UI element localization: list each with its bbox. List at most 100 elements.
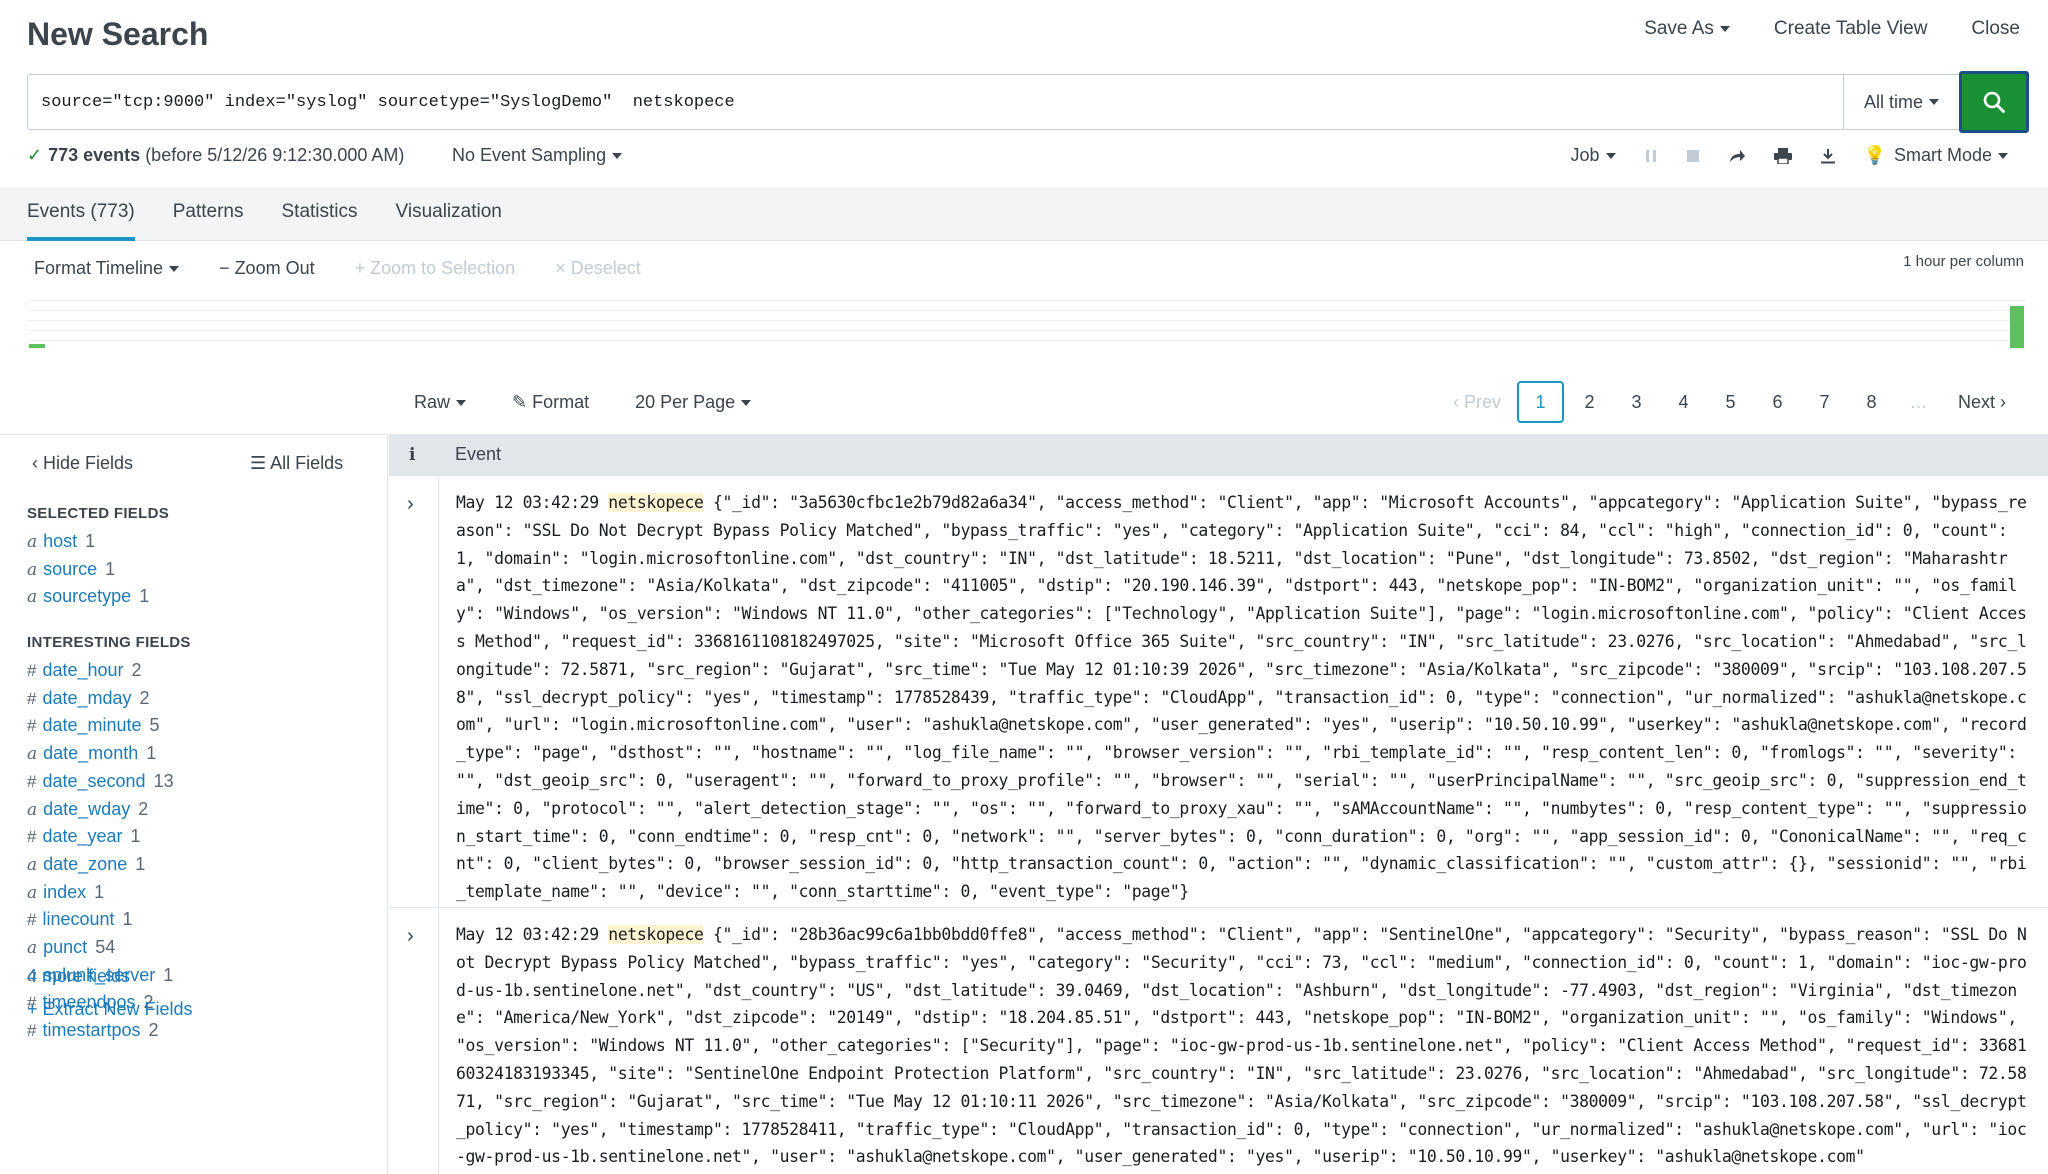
raw-view-dropdown[interactable]: Raw xyxy=(414,392,467,413)
search-mode-label: Smart Mode xyxy=(1893,145,1992,165)
chevron-left-icon: ‹ xyxy=(32,453,43,473)
tab-patterns[interactable]: Patterns xyxy=(173,201,244,241)
next-page-button[interactable]: Next › xyxy=(1958,392,2006,413)
field-item[interactable]: # date_second 13 xyxy=(27,771,174,792)
download-icon[interactable] xyxy=(1820,148,1836,164)
string-type-icon: a xyxy=(27,854,38,875)
field-count: 1 xyxy=(130,826,141,847)
expand-chevron-icon[interactable]: › xyxy=(407,493,414,516)
column-divider xyxy=(438,434,439,1174)
page-button[interactable]: 7 xyxy=(1801,381,1848,423)
field-item[interactable]: a index 1 xyxy=(27,882,104,903)
field-name: date_mday xyxy=(42,687,132,708)
job-menu[interactable]: Job xyxy=(1571,145,1616,166)
chevron-right-icon: › xyxy=(1995,391,2006,412)
format-timeline-button[interactable]: Format Timeline xyxy=(34,258,180,279)
more-fields-link[interactable]: 4 more fields xyxy=(27,966,130,987)
caret-down-icon xyxy=(169,266,180,273)
timeline-controls: Format Timeline − Zoom Out + Zoom to Sel… xyxy=(34,258,641,279)
pause-icon[interactable] xyxy=(1644,149,1658,163)
all-fields-label: All Fields xyxy=(270,453,344,473)
save-as-button[interactable]: Save As xyxy=(1644,18,1730,40)
format-label: Format xyxy=(532,392,590,412)
page-button[interactable]: 2 xyxy=(1566,381,1613,423)
events-table-header: i Event xyxy=(389,434,2048,476)
prev-page-button[interactable]: ‹ Prev xyxy=(1453,392,1501,413)
field-item[interactable]: a date_wday 2 xyxy=(27,799,148,820)
interesting-fields-title: INTERESTING FIELDS xyxy=(27,634,191,651)
field-item[interactable]: a date_month 1 xyxy=(27,743,156,764)
all-fields-button[interactable]: ☰ All Fields xyxy=(250,453,343,474)
field-name: date_wday xyxy=(43,798,131,819)
time-range-picker[interactable]: All time xyxy=(1843,75,1959,129)
raw-label: Raw xyxy=(414,392,451,412)
search-input[interactable] xyxy=(28,75,1843,129)
field-name: source xyxy=(43,558,98,579)
caret-down-icon xyxy=(741,400,752,407)
page-button[interactable]: 5 xyxy=(1707,381,1754,423)
hide-fields-button[interactable]: ‹ Hide Fields xyxy=(32,453,133,474)
field-item[interactable]: # timestartpos 2 xyxy=(27,1020,159,1041)
timeline-chart[interactable] xyxy=(27,300,2026,350)
plus-icon: + xyxy=(354,258,371,278)
pagination: ‹ Prev 1 2 3 4 5 6 7 8 … Next › xyxy=(1453,381,2006,423)
search-term-highlight[interactable]: netskopece xyxy=(608,493,704,512)
page-button[interactable]: 6 xyxy=(1754,381,1801,423)
header-actions: Save As Create Table View Close xyxy=(1644,18,2020,40)
per-page-label: 20 Per Page xyxy=(635,392,736,412)
field-item[interactable]: a host 1 xyxy=(27,531,95,552)
timeline-scale: 1 hour per column xyxy=(1903,253,2024,270)
zoom-selection-label: Zoom to Selection xyxy=(370,258,516,278)
event-column-header: Event xyxy=(455,444,502,464)
results-tabs: Events (773) Patterns Statistics Visuali… xyxy=(0,187,2048,241)
caret-down-icon xyxy=(1719,25,1730,32)
page-button[interactable]: 1 xyxy=(1516,381,1564,423)
page-button[interactable]: 8 xyxy=(1848,381,1895,423)
search-term-highlight[interactable]: netskopece xyxy=(608,925,704,944)
tab-events[interactable]: Events (773) xyxy=(27,201,135,241)
field-name: date_zone xyxy=(43,853,128,874)
list-icon: ☰ xyxy=(250,453,271,473)
event-list-controls: Raw ✎ Format 20 Per Page xyxy=(414,392,752,413)
expand-chevron-icon[interactable]: › xyxy=(407,925,414,948)
field-item[interactable]: # date_minute 5 xyxy=(27,715,160,736)
format-timeline-label: Format Timeline xyxy=(34,258,164,278)
field-count: 2 xyxy=(131,660,142,680)
field-item[interactable]: # linecount 1 xyxy=(27,909,133,930)
event-sampling-dropdown[interactable]: No Event Sampling xyxy=(452,145,623,166)
stop-icon[interactable] xyxy=(1686,149,1700,163)
zoom-out-button[interactable]: − Zoom Out xyxy=(219,258,315,279)
field-item[interactable]: a punct 54 xyxy=(27,937,115,958)
row-divider xyxy=(389,907,2048,908)
zoom-to-selection-button[interactable]: + Zoom to Selection xyxy=(355,258,516,279)
page-button[interactable]: 4 xyxy=(1660,381,1707,423)
timeline-bar[interactable] xyxy=(29,344,45,348)
page-button[interactable]: 3 xyxy=(1613,381,1660,423)
field-item[interactable]: # date_mday 2 xyxy=(27,688,150,709)
field-item[interactable]: a date_zone 1 xyxy=(27,854,145,875)
tab-visualization[interactable]: Visualization xyxy=(396,201,502,241)
deselect-label: Deselect xyxy=(570,258,641,278)
field-item[interactable]: # date_hour 2 xyxy=(27,660,142,681)
search-button[interactable] xyxy=(1959,71,2029,133)
create-table-view-button[interactable]: Create Table View xyxy=(1774,18,1928,40)
field-item[interactable]: a sourcetype 1 xyxy=(27,586,149,607)
tab-statistics[interactable]: Statistics xyxy=(282,201,358,241)
search-mode-menu[interactable]: 💡 Smart Mode xyxy=(1864,145,2008,166)
timeline-bar[interactable] xyxy=(2010,306,2024,348)
close-button[interactable]: Close xyxy=(1971,18,2020,40)
per-page-dropdown[interactable]: 20 Per Page xyxy=(635,392,752,413)
caret-down-icon xyxy=(1929,99,1939,105)
event-time: May 12 03:42:29 xyxy=(456,925,609,944)
format-button[interactable]: ✎ Format xyxy=(512,392,589,413)
field-item[interactable]: # date_year 1 xyxy=(27,826,141,847)
field-item[interactable]: a source 1 xyxy=(27,559,115,580)
print-icon[interactable] xyxy=(1773,147,1792,164)
deselect-button[interactable]: × Deselect xyxy=(555,258,641,279)
field-count: 1 xyxy=(146,743,157,764)
field-count: 13 xyxy=(153,770,174,791)
extract-new-fields-link[interactable]: + Extract New Fields xyxy=(27,999,193,1020)
field-name: sourcetype xyxy=(43,586,132,607)
share-icon[interactable] xyxy=(1728,148,1746,164)
event-raw-text: May 12 03:42:29 netskopece {"_id": "28b3… xyxy=(456,921,2032,1171)
